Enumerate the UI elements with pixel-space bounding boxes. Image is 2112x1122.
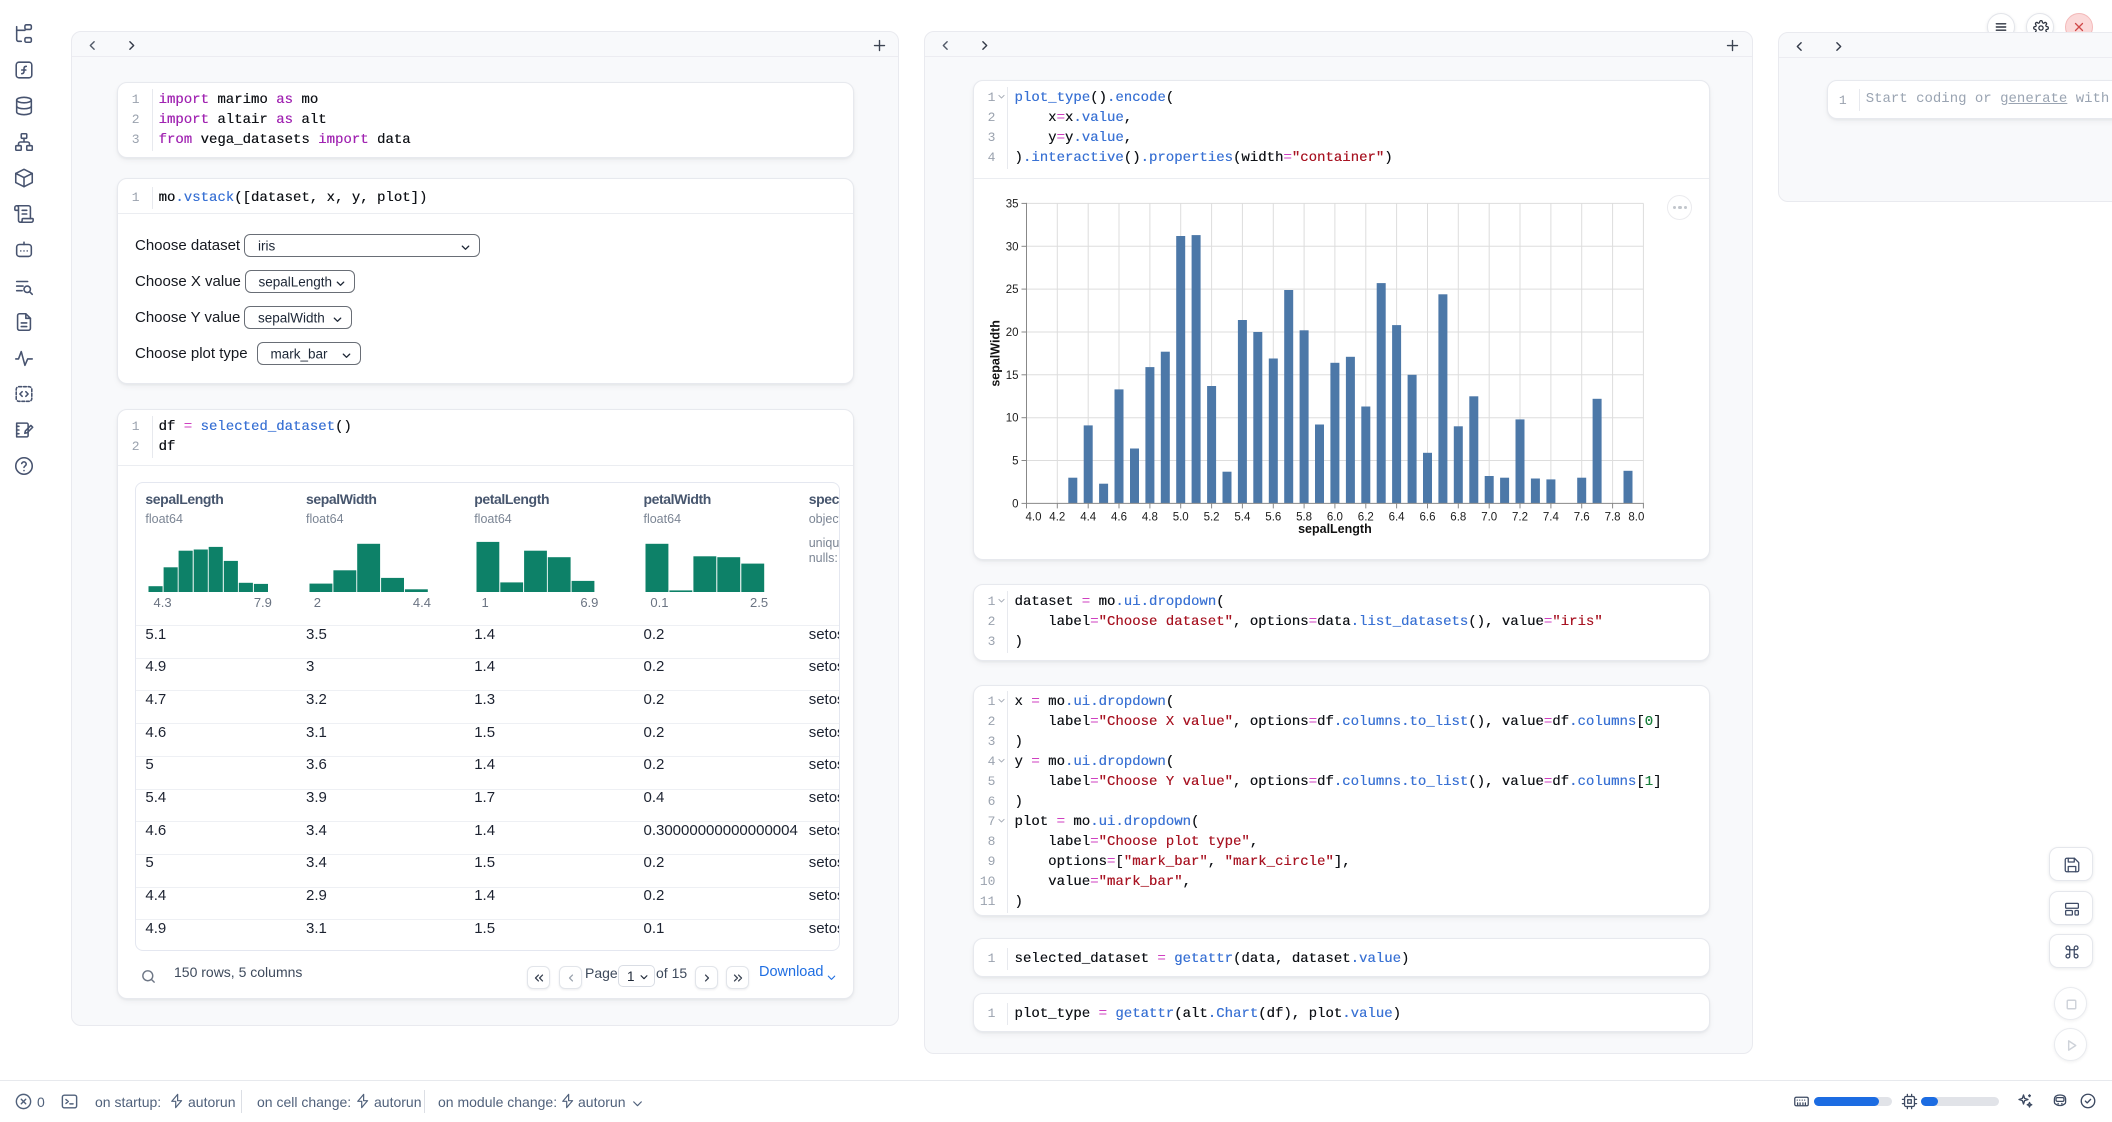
- svg-text:sepalLength: sepalLength: [1298, 522, 1372, 536]
- svg-text:sepalWidth: sepalWidth: [988, 320, 1002, 387]
- svg-text:5: 5: [1012, 456, 1018, 468]
- svg-text:15: 15: [1006, 370, 1019, 382]
- svg-text:8.0: 8.0: [1628, 511, 1644, 523]
- svg-text:4.2: 4.2: [1049, 511, 1065, 523]
- svg-text:4.0: 4.0: [1025, 511, 1041, 523]
- svg-text:7.2: 7.2: [1512, 511, 1528, 523]
- svg-text:6.4: 6.4: [1389, 511, 1406, 523]
- svg-text:35: 35: [1006, 198, 1019, 210]
- svg-text:6.6: 6.6: [1419, 511, 1435, 523]
- svg-text:7.6: 7.6: [1574, 511, 1590, 523]
- svg-text:4.6: 4.6: [1111, 511, 1127, 523]
- svg-text:5.6: 5.6: [1265, 511, 1281, 523]
- svg-text:25: 25: [1006, 284, 1019, 296]
- svg-text:4.8: 4.8: [1142, 511, 1158, 523]
- svg-text:10: 10: [1006, 413, 1019, 425]
- svg-text:5.4: 5.4: [1234, 511, 1251, 523]
- svg-text:7.0: 7.0: [1481, 511, 1497, 523]
- svg-text:20: 20: [1006, 327, 1019, 339]
- svg-text:6.8: 6.8: [1450, 511, 1466, 523]
- svg-text:7.8: 7.8: [1605, 511, 1621, 523]
- svg-text:4.4: 4.4: [1080, 511, 1097, 523]
- svg-text:30: 30: [1006, 241, 1019, 253]
- svg-text:0: 0: [1012, 498, 1018, 510]
- svg-text:5.0: 5.0: [1173, 511, 1189, 523]
- svg-text:5.2: 5.2: [1204, 511, 1220, 523]
- svg-text:7.4: 7.4: [1543, 511, 1560, 523]
